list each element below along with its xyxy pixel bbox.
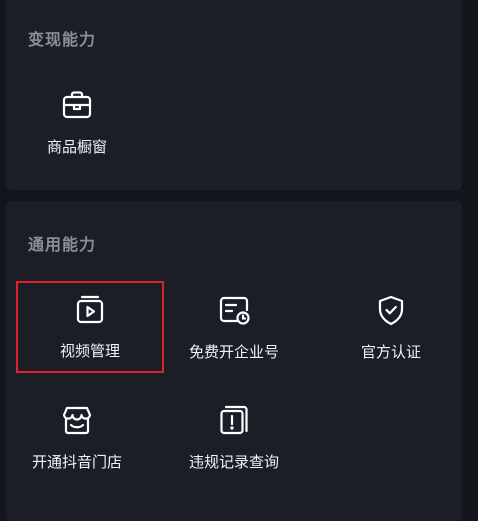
monetization-card: 变现能力 商品橱窗: [6, 0, 462, 190]
tool-official-verification[interactable]: 官方认证: [317, 283, 465, 375]
tool-label: 官方认证: [360, 343, 421, 361]
storefront-icon: [60, 403, 94, 437]
enterprise-clock-icon: [217, 293, 251, 327]
tool-free-enterprise-account[interactable]: 免费开企业号: [160, 283, 308, 375]
general-card: 通用能力 视频管理 免费开企业号 官方认证 开通抖音门店 违规记录查询: [6, 201, 462, 521]
tool-label: 免费开企业号: [188, 343, 279, 361]
tool-open-douyin-store[interactable]: 开通抖音门店: [3, 393, 151, 485]
tool-label: 开通抖音门店: [31, 453, 122, 471]
shopping-bag-icon: [60, 88, 94, 122]
tool-label: 视频管理: [59, 342, 120, 360]
tool-product-showcase[interactable]: 商品橱窗: [3, 78, 151, 170]
section-title-general: 通用能力: [28, 235, 97, 254]
violation-record-icon: [217, 403, 251, 437]
section-title-monetization: 变现能力: [28, 30, 97, 49]
tool-label: 商品橱窗: [46, 138, 107, 156]
tool-video-management[interactable]: 视频管理: [16, 281, 164, 373]
video-play-icon: [73, 292, 107, 326]
shield-check-icon: [374, 293, 408, 327]
tool-violation-record-query[interactable]: 违规记录查询: [160, 393, 308, 485]
tool-label: 违规记录查询: [188, 453, 279, 471]
